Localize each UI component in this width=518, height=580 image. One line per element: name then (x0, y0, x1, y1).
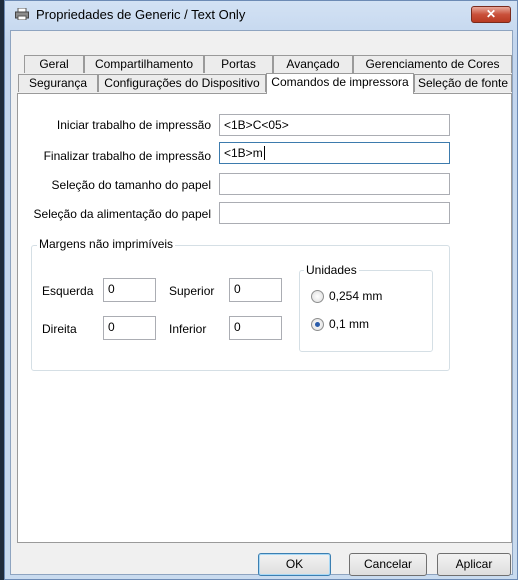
window-title: Propriedades de Generic / Text Only (36, 7, 246, 22)
paper-size-input[interactable] (219, 173, 450, 195)
start-job-label: Iniciar trabalho de impressão (56, 118, 211, 132)
tab-label: Configurações do Dispositivo (104, 76, 260, 90)
margins-group-title: Margens não imprimíveis (37, 237, 176, 251)
tab-panel-comandos: Iniciar trabalho de impressão <1B>C<05> … (17, 93, 512, 543)
top-margin-label: Superior (169, 284, 215, 298)
paper-size-label: Seleção do tamanho do papel (51, 178, 211, 192)
units-group (299, 270, 433, 352)
end-job-input[interactable]: <1B>m (219, 142, 450, 164)
end-job-value: <1B>m (224, 146, 263, 160)
right-margin-input[interactable]: 0 (103, 316, 156, 340)
tab-label: Geral (39, 57, 69, 71)
apply-button[interactable]: Aplicar (437, 553, 511, 576)
close-icon: ✕ (485, 7, 497, 21)
tab-label: Gerenciamento de Cores (365, 57, 500, 71)
top-margin-input[interactable]: 0 (229, 278, 282, 302)
tab-configuracoes-do-dispositivo[interactable]: Configurações do Dispositivo (98, 74, 266, 92)
left-margin-input[interactable]: 0 (103, 278, 156, 302)
tab-geral[interactable]: Geral (24, 55, 84, 73)
end-job-label: Finalizar trabalho de impressão (43, 149, 211, 163)
printer-icon (15, 7, 29, 21)
units-radio-0254[interactable] (311, 290, 324, 303)
tab-label: Segurança (28, 76, 88, 90)
tab-avancado[interactable]: Avançado (273, 55, 353, 73)
text-caret (263, 146, 265, 160)
paper-feed-label: Seleção da alimentação do papel (33, 207, 211, 221)
tab-seguranca[interactable]: Segurança (18, 74, 98, 92)
tab-selecao-de-fonte[interactable]: Seleção de fonte (414, 74, 512, 92)
left-margin-label: Esquerda (42, 284, 94, 298)
tab-label: Compartilhamento (94, 57, 194, 71)
ok-button[interactable]: OK (258, 553, 331, 576)
paper-feed-input[interactable] (219, 202, 450, 224)
units-radio-01[interactable] (311, 318, 324, 331)
tab-label: Avançado (286, 57, 340, 71)
bottom-margin-input[interactable]: 0 (229, 316, 282, 340)
units-group-title: Unidades (304, 263, 359, 277)
tab-label: Seleção de fonte (417, 76, 509, 90)
tab-label: Comandos de impressora (271, 75, 409, 89)
start-job-input[interactable]: <1B>C<05> (219, 114, 450, 136)
units-option-01: 0,1 mm (329, 317, 370, 331)
tab-comandos-de-impressora[interactable]: Comandos de impressora (266, 73, 414, 94)
tab-compartilhamento[interactable]: Compartilhamento (84, 55, 204, 73)
units-option-0254: 0,254 mm (329, 289, 383, 303)
tab-portas[interactable]: Portas (204, 55, 273, 73)
bottom-margin-label: Inferior (169, 322, 207, 336)
title-bar[interactable]: Propriedades de Generic / Text Only ✕ (5, 1, 517, 29)
right-margin-label: Direita (42, 322, 77, 336)
tab-label: Portas (221, 57, 256, 71)
tab-gerenciamento-de-cores[interactable]: Gerenciamento de Cores (353, 55, 512, 73)
cancel-button[interactable]: Cancelar (349, 553, 427, 576)
close-button[interactable]: ✕ (471, 6, 511, 23)
